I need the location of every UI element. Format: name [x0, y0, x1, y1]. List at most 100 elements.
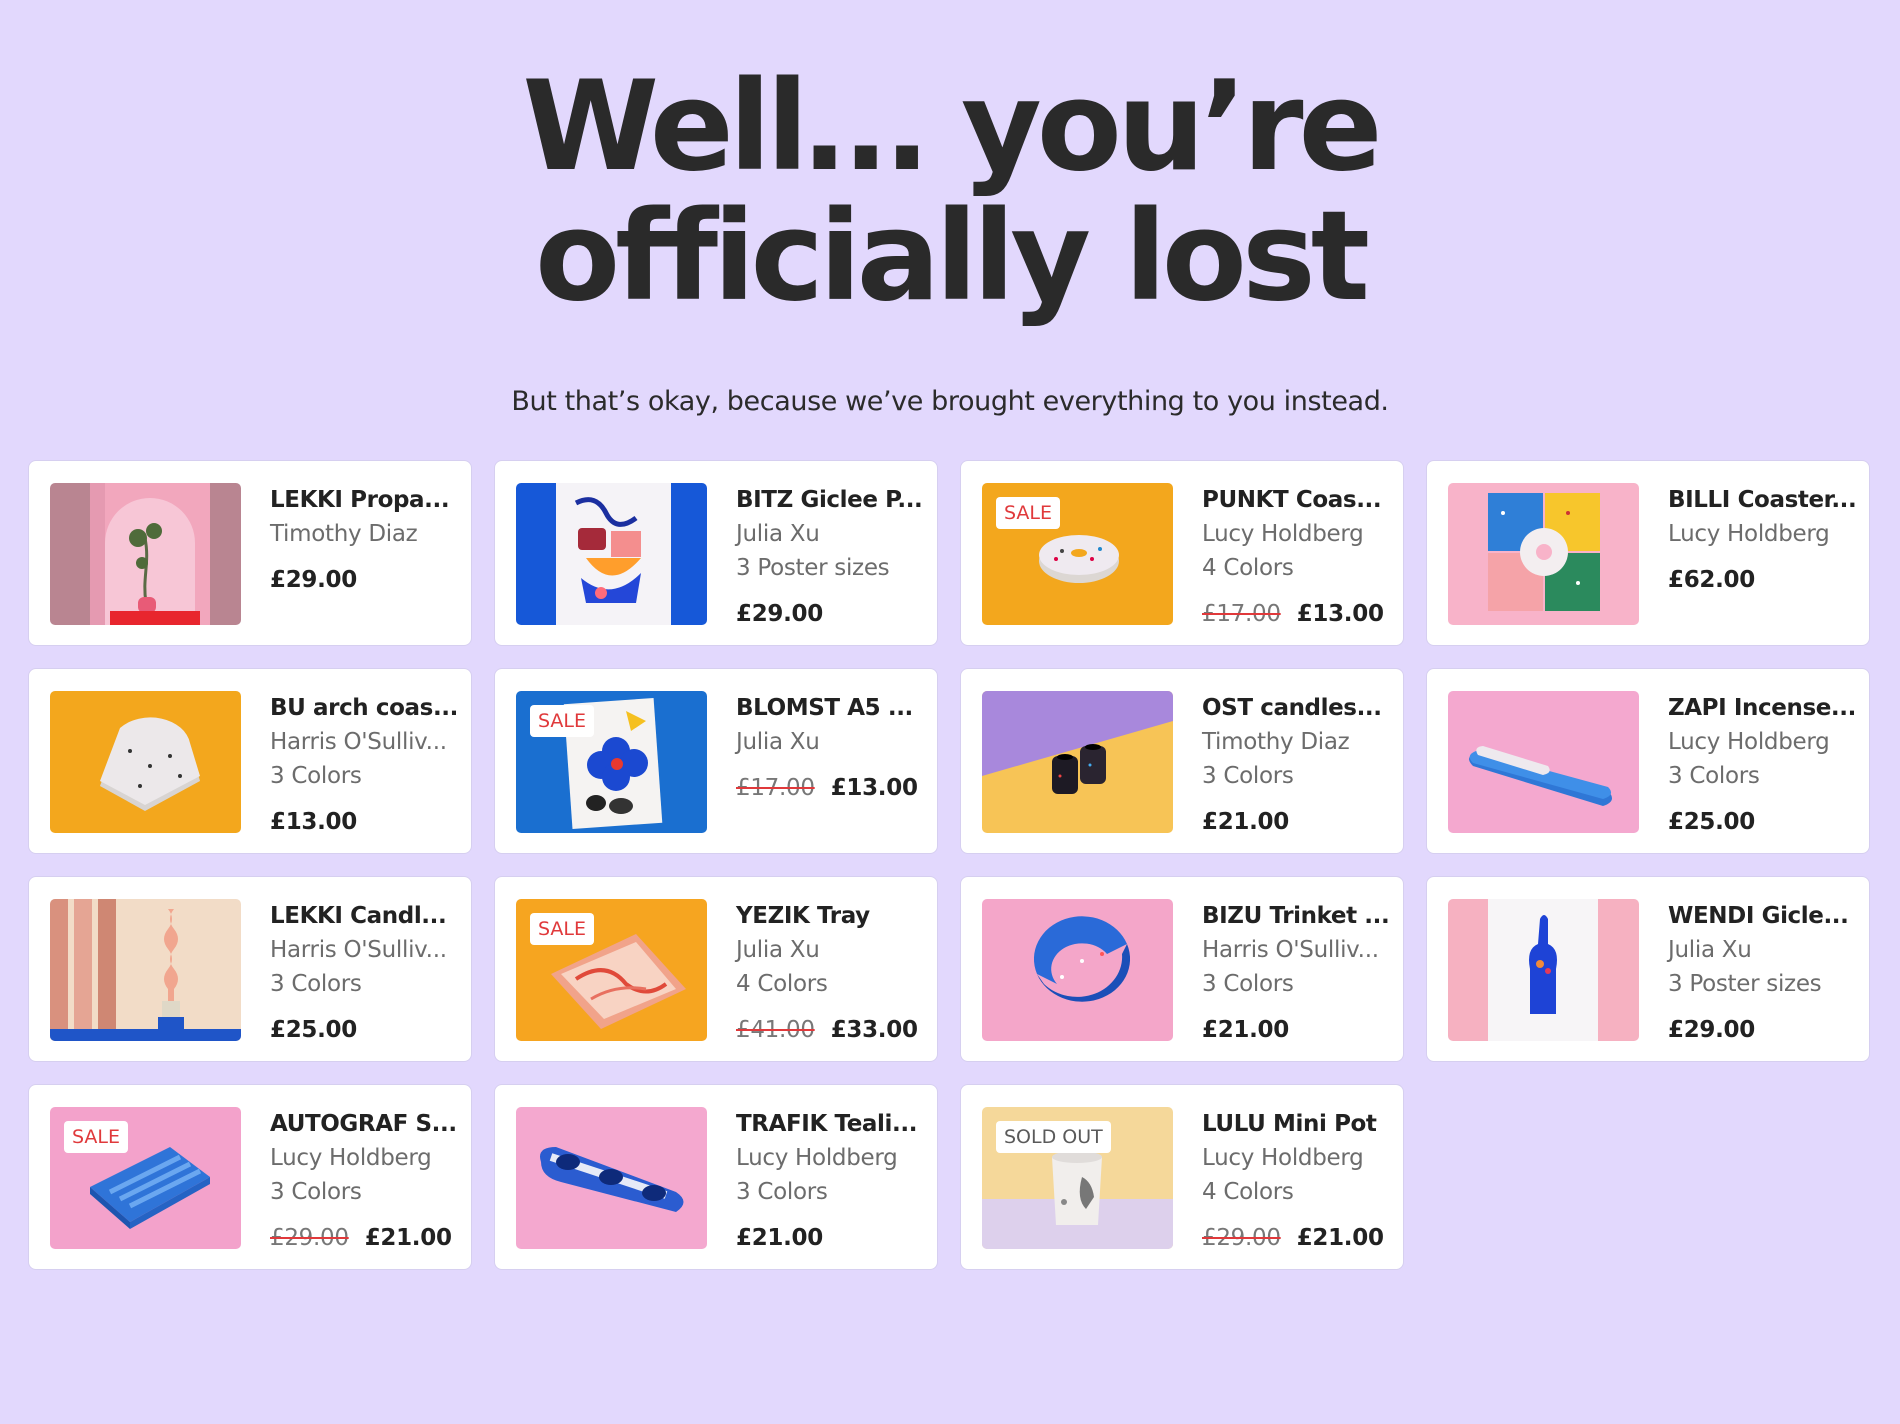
product-image-art	[982, 691, 1173, 833]
product-artist: Lucy Holdberg	[736, 1145, 898, 1171]
price-row: £29.00 £21.00	[270, 1221, 460, 1255]
product-image[interactable]	[50, 691, 241, 833]
price-row: £29.00	[1668, 1013, 1858, 1047]
product-image[interactable]	[1448, 691, 1639, 833]
product-title[interactable]: PUNKT Coas...	[1202, 483, 1392, 517]
product-image-art	[50, 483, 241, 625]
original-price: £17.00	[1202, 601, 1281, 627]
product-artist: Harris O'Sulliv...	[1202, 937, 1379, 963]
product-card[interactable]: SALE YEZIK Tray Julia Xu 4 Colors £41.00 £33.…	[494, 876, 938, 1062]
page-title-line-2: officially lost	[534, 185, 1370, 329]
product-image[interactable]	[982, 691, 1173, 833]
product-title[interactable]: BILLI Coaster...	[1668, 483, 1858, 517]
sold-out-badge: SOLD OUT	[996, 1121, 1111, 1153]
product-title[interactable]: BITZ Giclee P...	[736, 483, 926, 517]
product-info: YEZIK Tray Julia Xu 4 Colors £41.00 £33.00	[736, 899, 926, 1047]
product-info: TRAFIK Teali... Lucy Holdberg 3 Colors £21.…	[736, 1107, 926, 1255]
product-title[interactable]: LEKKI Propa...	[270, 483, 460, 517]
current-price: £29.00	[1668, 1017, 1755, 1043]
product-variants: 4 Colors	[1202, 555, 1294, 581]
product-artist: Harris O'Sulliv...	[270, 937, 447, 963]
product-card[interactable]: BIZU Trinket ... Harris O'Sulliv... 3 Colo…	[960, 876, 1404, 1062]
product-artist: Julia Xu	[736, 937, 820, 963]
product-info: BITZ Giclee P... Julia Xu 3 Poster sizes £2…	[736, 483, 926, 631]
product-title[interactable]: OST candles...	[1202, 691, 1392, 725]
product-title[interactable]: ZAPI Incense...	[1668, 691, 1858, 725]
product-artist: Timothy Diaz	[270, 521, 418, 547]
product-variants: 3 Colors	[1668, 763, 1760, 789]
product-image[interactable]: SALE	[50, 1107, 241, 1249]
original-price: £17.00	[736, 775, 815, 801]
product-image[interactable]	[982, 899, 1173, 1041]
product-variants: 3 Colors	[1202, 971, 1294, 997]
page-subtitle: But that’s okay, because we’ve brought e…	[511, 386, 1389, 417]
price-row: £17.00 £13.00	[1202, 597, 1392, 631]
product-title[interactable]: BIZU Trinket ...	[1202, 899, 1392, 933]
product-image-art	[50, 691, 241, 833]
price-row: £17.00 £13.00	[736, 771, 926, 805]
product-image[interactable]: SOLD OUT	[982, 1107, 1173, 1249]
product-artist: Lucy Holdberg	[270, 1145, 432, 1171]
product-title[interactable]: LULU Mini Pot	[1202, 1107, 1392, 1141]
product-artist: Julia Xu	[736, 521, 820, 547]
page-title-line-1: Well… you’re	[522, 55, 1382, 199]
product-image-art	[1448, 691, 1639, 833]
sale-badge: SALE	[530, 913, 595, 945]
product-variants: 4 Colors	[1202, 1179, 1294, 1205]
product-title[interactable]: AUTOGRAF S...	[270, 1107, 460, 1141]
product-info: LEKKI Candl... Harris O'Sulliv... 3 Colors…	[270, 899, 460, 1047]
product-title[interactable]: BU arch coas...	[270, 691, 460, 725]
original-price: £41.00	[736, 1017, 815, 1043]
product-artist: Lucy Holdberg	[1668, 729, 1830, 755]
product-image[interactable]: SALE	[516, 691, 707, 833]
product-title[interactable]: BLOMST A5 ...	[736, 691, 926, 725]
product-image[interactable]: SALE	[982, 483, 1173, 625]
product-image-art	[516, 1107, 707, 1249]
price-row: £25.00	[270, 1013, 460, 1047]
product-card[interactable]: SOLD OUT LULU Mini Pot Lucy Holdberg 4 Colo…	[960, 1084, 1404, 1270]
original-price: £29.00	[270, 1225, 349, 1251]
product-info: BIZU Trinket ... Harris O'Sulliv... 3 Colo…	[1202, 899, 1392, 1047]
product-image[interactable]	[50, 483, 241, 625]
product-card[interactable]: BILLI Coaster... Lucy Holdberg £62.00	[1426, 460, 1870, 646]
product-image[interactable]	[516, 483, 707, 625]
product-card[interactable]: SALE AUTOGRAF S... Lucy Holdberg 3 Colors £2…	[28, 1084, 472, 1270]
product-image-art	[50, 899, 241, 1041]
product-artist: Harris O'Sulliv...	[270, 729, 447, 755]
page-title: Well… you’re officially lost	[0, 62, 1900, 322]
product-variants: 3 Colors	[270, 1179, 362, 1205]
current-price: £21.00	[1296, 1225, 1384, 1251]
product-card[interactable]: WENDI Gicle... Julia Xu 3 Poster sizes £29.…	[1426, 876, 1870, 1062]
current-price: £21.00	[1202, 809, 1289, 835]
product-card[interactable]: OST candles... Timothy Diaz 3 Colors £21.00	[960, 668, 1404, 854]
current-price: £25.00	[1668, 809, 1755, 835]
product-image-art	[1448, 483, 1639, 625]
product-title[interactable]: YEZIK Tray	[736, 899, 926, 933]
product-image[interactable]	[1448, 899, 1639, 1041]
price-row: £62.00	[1668, 563, 1858, 597]
current-price: £13.00	[270, 809, 357, 835]
sale-badge: SALE	[64, 1121, 129, 1153]
product-title[interactable]: WENDI Gicle...	[1668, 899, 1858, 933]
product-card[interactable]: TRAFIK Teali... Lucy Holdberg 3 Colors £21.…	[494, 1084, 938, 1270]
product-info: PUNKT Coas... Lucy Holdberg 4 Colors £17.00…	[1202, 483, 1392, 631]
product-artist: Timothy Diaz	[1202, 729, 1350, 755]
sale-badge: SALE	[530, 705, 595, 737]
product-title[interactable]: TRAFIK Teali...	[736, 1107, 926, 1141]
product-title[interactable]: LEKKI Candl...	[270, 899, 460, 933]
original-price: £29.00	[1202, 1225, 1281, 1251]
product-image[interactable]	[50, 899, 241, 1041]
product-image[interactable]	[516, 1107, 707, 1249]
product-card[interactable]: ZAPI Incense... Lucy Holdberg 3 Colors £25.…	[1426, 668, 1870, 854]
product-card[interactable]: SALE PUNKT Coas... Lucy Holdberg 4 Colors £1…	[960, 460, 1404, 646]
product-image[interactable]	[1448, 483, 1639, 625]
product-card[interactable]: BITZ Giclee P... Julia Xu 3 Poster sizes £2…	[494, 460, 938, 646]
product-card[interactable]: LEKKI Candl... Harris O'Sulliv... 3 Colors…	[28, 876, 472, 1062]
product-image[interactable]: SALE	[516, 899, 707, 1041]
product-card[interactable]: SALE BLOMST A5 ... Julia Xu £17.00 £13.00	[494, 668, 938, 854]
product-card[interactable]: BU arch coas... Harris O'Sulliv... 3 Color…	[28, 668, 472, 854]
product-image-art	[982, 899, 1173, 1041]
price-row: £21.00	[1202, 805, 1392, 839]
product-variants: 3 Poster sizes	[736, 555, 890, 581]
product-card[interactable]: LEKKI Propa... Timothy Diaz £29.00	[28, 460, 472, 646]
